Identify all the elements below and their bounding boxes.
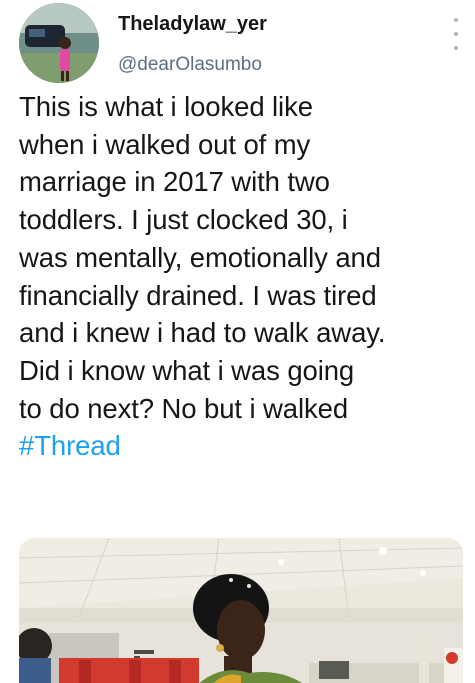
tweet-line: Did i know what i was going [19, 354, 355, 386]
display-name[interactable]: Theladylaw_yer [118, 13, 267, 36]
user-handle[interactable]: @dearOlasumbo [118, 54, 262, 76]
tweet-line: and i knew i had to walk away. [19, 317, 386, 349]
tweet-photo[interactable] [19, 538, 463, 683]
tweet-line: This is what i looked like [19, 91, 313, 122]
hashtag-link[interactable]: #Thread [19, 427, 469, 465]
tweet-line: financially drained. I was tired [19, 279, 377, 311]
tweet-text: This is what i looked like when i walked… [19, 88, 469, 465]
tweet-line: to do next? No but i walked [19, 392, 349, 424]
more-vertical-icon [454, 46, 458, 50]
more-vertical-icon [454, 32, 458, 36]
avatar[interactable] [19, 3, 99, 83]
more-options-button[interactable] [446, 14, 466, 54]
tweet-line: toddlers. I just clocked 30, i [19, 204, 348, 236]
tweet-line: was mentally, emotionally and [19, 241, 381, 273]
tweet-line: marriage in 2017 with two [19, 166, 330, 198]
tweet-line: when i walked out of my [19, 128, 311, 160]
more-vertical-icon [454, 18, 458, 22]
